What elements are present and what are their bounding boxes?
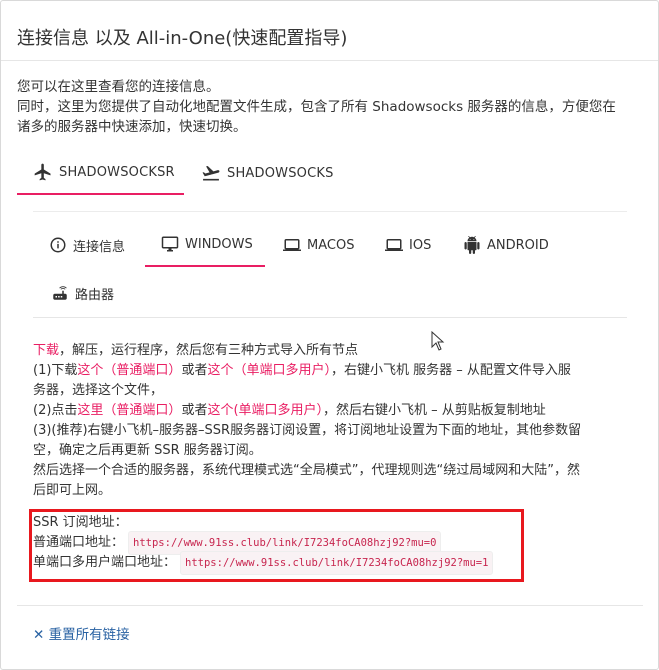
reset-label: 重置所有链接 [48,627,130,643]
tab-ios[interactable]: IOS [385,223,431,267]
copy-normal-port-link[interactable]: 这里（普通端口） [77,403,181,418]
multi-user-url[interactable]: https://www.91ss.club/link/I7234foCA08hz… [180,551,494,575]
info-icon [50,237,66,253]
intro-line: 同时，这里为您提供了自动化地配置文件生成，包含了所有 Shadowsocks 服… [17,99,616,115]
tab-macos[interactable]: MACOS [283,223,354,267]
tab-windows[interactable]: WINDOWS [145,223,265,267]
guide-line: 后即可上网。 [33,483,112,498]
card-header: 连接信息 以及 All-in-One(快速配置指导) [1,1,658,61]
tab-shadowsocksr[interactable]: SHADOWSOCKSR [17,151,184,195]
guide-text: 或者 [181,403,208,418]
guide-line: 空，确定之后再更新 SSR 服务器订阅。 [33,443,262,458]
windows-guide: 下载，解压，运行程序，然后您有三种方式导入所有节点 (1)下载这个（普通端口）或… [33,341,623,501]
router-icon [53,286,67,300]
tab-label: WINDOWS [185,236,253,252]
subscription-heading: SSR 订阅地址： [33,515,128,530]
guide-line: 然后选择一个合适的服务器，系统代理模式选“全局模式”，代理规则选“绕过局域网和大… [33,463,580,478]
android-icon [464,236,480,254]
tab-label: SHADOWSOCKSR [59,164,175,180]
reset-links-button[interactable]: ✕ 重置所有链接 [33,623,130,643]
airplane-icon [34,163,51,181]
footer-divider [17,605,643,606]
download-link[interactable]: 下载 [33,343,59,358]
tab-android[interactable]: ANDROID [463,223,549,267]
guide-text: ，右键小飞机 服务器 – 从配置文件导入服 [330,363,571,378]
mouse-cursor-icon [431,331,445,351]
tab-label: ANDROID [487,237,549,253]
guide-line: (3)(推荐)右键小飞机–服务器–SSR服务器订阅设置，将订阅地址设置为下面的地… [33,423,582,438]
desktop-icon [161,236,179,252]
multi-user-row: 单端口多用户端口地址： https://www.91ss.club/link/I… [33,551,494,575]
tab-label: IOS [409,237,432,253]
airplane-takeoff-icon [202,165,220,181]
tab-label: 连接信息 [73,239,126,255]
multi-user-label: 单端口多用户端口地址： [33,555,177,570]
download-normal-port-link[interactable]: 这个（普通端口） [77,363,181,378]
copy-multi-user-link[interactable]: 这个(单端口多用户） [207,403,323,418]
guide-text: 或者 [181,363,208,378]
guide-line: 务器，选择这个文件， [33,383,164,398]
normal-port-row: 普通端口地址： https://www.91ss.club/link/I7234… [33,531,493,555]
tab-router[interactable]: 路由器 [51,271,114,315]
guide-text: (2)点击 [33,403,78,418]
close-icon: ✕ [33,627,45,643]
panel-divider [33,211,627,212]
guide-line: (1)下载这个（普通端口）或者这个（单端口多用户），右键小飞机 服务器 – 从配… [33,361,623,381]
guide-text: ，解压，运行程序，然后您有三种方式导入所有节点 [59,343,359,358]
download-multi-user-link[interactable]: 这个（单端口多用户） [207,363,331,378]
tab-connection-info[interactable]: 连接信息 [49,223,125,267]
tab-shadowsocks[interactable]: SHADOWSOCKS [197,151,347,195]
tab-label: MACOS [307,237,355,253]
tab-label: SHADOWSOCKS [227,165,334,181]
subscription-urls: SSR 订阅地址： 普通端口地址： https://www.91ss.club/… [33,513,494,575]
intro-line: 诸多的服务器中快速添加，快速切换。 [17,119,247,135]
connection-info-card: 连接信息 以及 All-in-One(快速配置指导) 您可以在这里查看您的连接信… [0,0,659,670]
guide-text: ，然后右键小飞机 – 从剪贴板复制地址 [323,403,546,418]
page-title: 连接信息 以及 All-in-One(快速配置指导) [17,28,348,49]
laptop-icon [385,239,403,251]
guide-line: 下载，解压，运行程序，然后您有三种方式导入所有节点 [33,341,623,361]
tabs-divider [33,317,627,318]
normal-port-label: 普通端口地址： [33,535,125,550]
intro-line: 您可以在这里查看您的连接信息。 [17,79,220,95]
guide-line: (2)点击这里（普通端口）或者这个(单端口多用户），然后右键小飞机 – 从剪贴板… [33,401,623,421]
guide-text: (1)下载 [33,363,78,378]
tab-label: 路由器 [75,287,115,303]
laptop-icon [283,239,301,251]
intro-text: 您可以在这里查看您的连接信息。 同时，这里为您提供了自动化地配置文件生成，包含了… [17,77,647,137]
